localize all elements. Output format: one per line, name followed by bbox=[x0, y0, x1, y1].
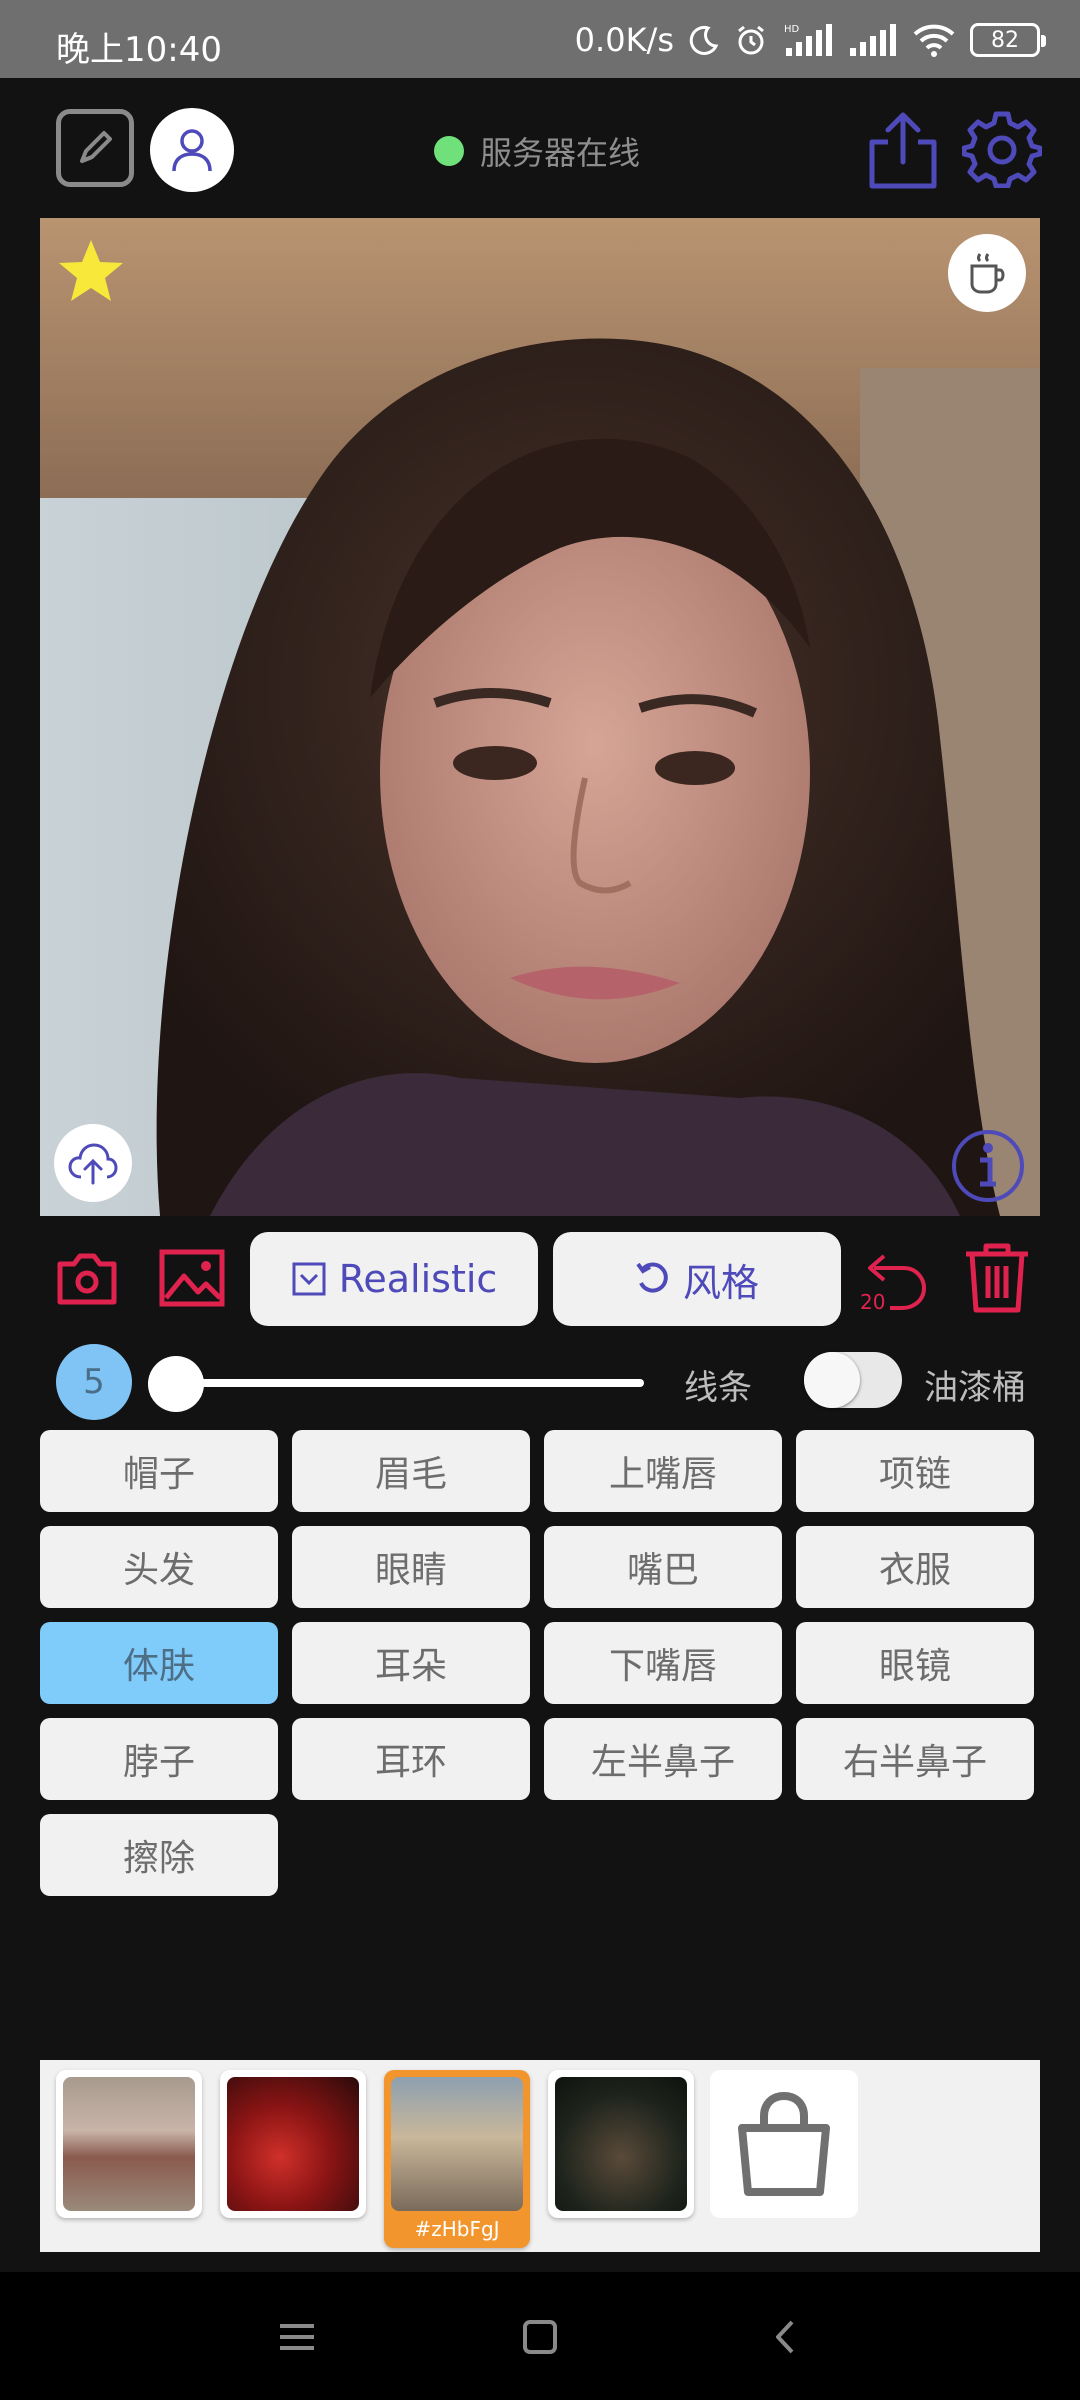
thumbnail-strip: #zHbFgJ bbox=[40, 2060, 1040, 2252]
status-icons: 0.0K/s HD 82 bbox=[574, 18, 1046, 62]
brush-controls: 5 线条 油漆桶 bbox=[0, 1340, 1080, 1420]
upload-button[interactable] bbox=[54, 1124, 132, 1202]
wifi-icon bbox=[913, 24, 955, 57]
category-upper-lip[interactable]: 上嘴唇 bbox=[544, 1430, 782, 1512]
brush-size-slider-track[interactable] bbox=[148, 1379, 644, 1387]
trash-icon[interactable] bbox=[962, 1240, 1032, 1314]
thumbnail-caption: #zHbFgJ bbox=[414, 2217, 500, 2241]
category-clothes[interactable]: 衣服 bbox=[796, 1526, 1034, 1608]
alarm-icon bbox=[738, 25, 764, 55]
category-lower-lip[interactable]: 下嘴唇 bbox=[544, 1622, 782, 1704]
info-icon[interactable] bbox=[950, 1128, 1026, 1204]
settings-icon[interactable] bbox=[962, 108, 1042, 188]
status-bar: 晚上10:40 0.0K/s HD 82 bbox=[0, 0, 1080, 78]
moon-icon bbox=[689, 25, 719, 55]
line-label: 线条 bbox=[684, 1368, 752, 1408]
category-earrings[interactable]: 耳环 bbox=[292, 1718, 530, 1800]
action-row: Realistic 风格 20 bbox=[0, 1228, 1080, 1328]
style-thumbnail[interactable] bbox=[56, 2070, 202, 2218]
category-hat[interactable]: 帽子 bbox=[40, 1430, 278, 1512]
brush-size-slider-thumb[interactable] bbox=[148, 1356, 204, 1412]
brush-size-indicator: 5 bbox=[56, 1344, 132, 1420]
style-thumbnail[interactable] bbox=[548, 2070, 694, 2218]
category-left-nose[interactable]: 左半鼻子 bbox=[544, 1718, 782, 1800]
style-thumbnail[interactable] bbox=[220, 2070, 366, 2218]
category-eyebrows[interactable]: 眉毛 bbox=[292, 1430, 530, 1512]
category-eyes[interactable]: 眼睛 bbox=[292, 1526, 530, 1608]
share-icon[interactable] bbox=[866, 110, 940, 190]
battery-icon: 82 bbox=[970, 23, 1046, 57]
thumbnail-image bbox=[63, 2077, 195, 2211]
server-status-text: 服务器在线 bbox=[480, 134, 641, 172]
coffee-button[interactable] bbox=[948, 234, 1026, 312]
category-necklace[interactable]: 项链 bbox=[796, 1430, 1034, 1512]
top-bar: 服务器在线 bbox=[0, 78, 1080, 218]
chevron-down-box-icon bbox=[292, 1262, 326, 1296]
coffee-icon bbox=[970, 253, 1005, 294]
network-speed: 0.0K/s bbox=[574, 21, 674, 59]
back-icon[interactable] bbox=[762, 2312, 812, 2362]
category-mouth[interactable]: 嘴巴 bbox=[544, 1526, 782, 1608]
category-skin[interactable]: 体肤 bbox=[40, 1622, 278, 1704]
shop-button[interactable] bbox=[710, 2070, 858, 2218]
model-label: Realistic bbox=[338, 1257, 498, 1301]
server-status-dot bbox=[434, 136, 464, 166]
shopping-bag-icon bbox=[738, 2091, 830, 2196]
home-icon[interactable] bbox=[515, 2312, 565, 2362]
model-select-button[interactable]: Realistic bbox=[250, 1232, 538, 1326]
battery-level: 82 bbox=[991, 27, 1019, 53]
style-thumbnail-selected[interactable]: #zHbFgJ bbox=[384, 2070, 530, 2248]
cloud-upload-icon bbox=[68, 1143, 118, 1185]
category-grid: 帽子 眉毛 上嘴唇 项链 头发 眼睛 嘴巴 衣服 体肤 耳朵 下嘴唇 眼镜 脖子… bbox=[40, 1430, 1040, 1896]
thumbnail-image bbox=[555, 2077, 687, 2211]
status-time: 晚上10:40 bbox=[56, 30, 222, 70]
category-right-nose[interactable]: 右半鼻子 bbox=[796, 1718, 1034, 1800]
category-neck[interactable]: 脖子 bbox=[40, 1718, 278, 1800]
bucket-label: 油漆桶 bbox=[924, 1368, 1026, 1408]
signal-icon bbox=[850, 24, 896, 56]
style-button[interactable]: 风格 bbox=[553, 1232, 841, 1326]
undo-count: 20 bbox=[860, 1290, 886, 1314]
category-glasses[interactable]: 眼镜 bbox=[796, 1622, 1034, 1704]
user-button[interactable] bbox=[150, 108, 234, 192]
portrait-photo bbox=[40, 218, 1040, 1216]
edit-button[interactable] bbox=[56, 109, 134, 187]
category-hair[interactable]: 头发 bbox=[40, 1526, 278, 1608]
star-icon[interactable] bbox=[56, 236, 126, 306]
system-nav-bar bbox=[0, 2272, 1080, 2400]
bucket-toggle-knob bbox=[804, 1352, 860, 1408]
thumbnail-image bbox=[227, 2077, 359, 2211]
user-icon bbox=[172, 129, 212, 172]
svg-text:HD: HD bbox=[784, 24, 800, 35]
category-ears[interactable]: 耳朵 bbox=[292, 1622, 530, 1704]
image-icon[interactable] bbox=[158, 1248, 226, 1308]
refresh-icon bbox=[636, 1262, 668, 1293]
brush-size-value: 5 bbox=[83, 1362, 105, 1402]
thumbnail-image bbox=[391, 2077, 523, 2211]
main-canvas[interactable] bbox=[40, 218, 1040, 1216]
menu-icon[interactable] bbox=[272, 2312, 322, 2362]
category-erase[interactable]: 擦除 bbox=[40, 1814, 278, 1896]
edit-icon bbox=[80, 131, 112, 163]
server-status: 服务器在线 bbox=[434, 128, 640, 174]
bucket-toggle[interactable] bbox=[804, 1352, 902, 1408]
hd-signal-icon: HD bbox=[784, 24, 832, 56]
style-label: 风格 bbox=[682, 1260, 759, 1305]
camera-icon[interactable] bbox=[56, 1250, 118, 1306]
